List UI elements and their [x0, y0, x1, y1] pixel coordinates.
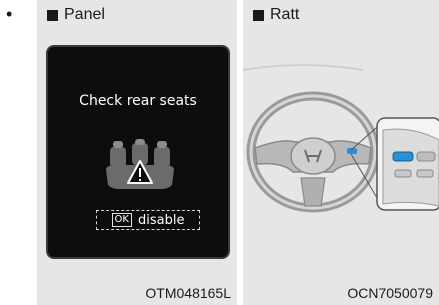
steering-wheel-illustration: [243, 64, 439, 213]
ok-key-label: OK: [111, 213, 132, 227]
panel-figure-header: Panel: [47, 5, 105, 25]
check-rear-seats-message: Check rear seats: [79, 93, 197, 109]
steering-wheel-figure-title: Ratt: [270, 6, 300, 23]
steering-wheel-figure-header: Ratt: [253, 5, 299, 25]
disable-label: disable: [137, 212, 185, 228]
square-bullet-icon: [47, 9, 58, 21]
figure-code: OTM048165L: [145, 285, 231, 301]
cluster-display: Check rear seats OK disable: [46, 45, 230, 259]
panel-figure: Panel Check rear seats OK disable OTM048…: [37, 0, 237, 305]
figure-code: OCN7050079: [347, 285, 433, 301]
disable-button: OK disable: [96, 210, 200, 230]
panel-figure-title: Panel: [64, 6, 105, 23]
rear-seats-warning-icon: [106, 139, 174, 189]
square-bullet-icon: [253, 9, 264, 21]
list-bullet: •: [6, 4, 13, 24]
steering-wheel-figure: Ratt OCN7050079: [243, 0, 439, 305]
